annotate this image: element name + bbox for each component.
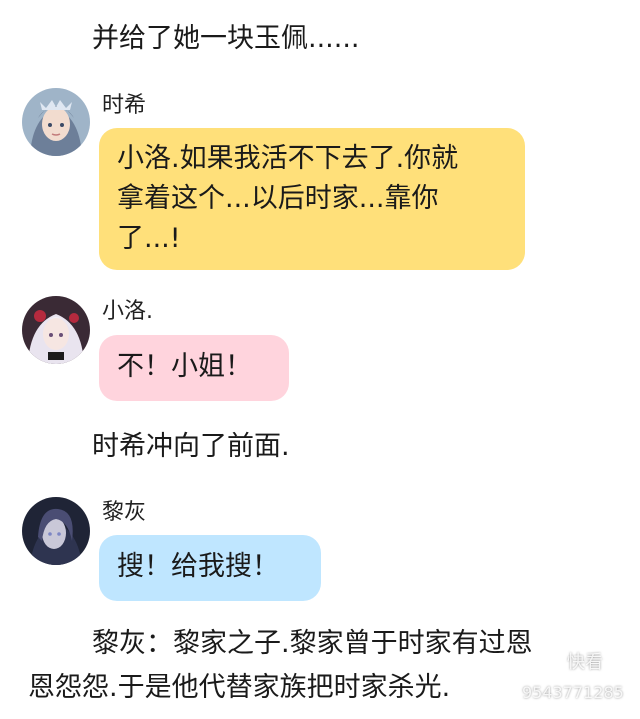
- sender-name: 小洛.: [102, 299, 153, 324]
- narration-text: 时希冲向了前面.: [92, 431, 290, 462]
- sender-name: 黎灰: [102, 500, 147, 525]
- avatar-shixi[interactable]: [22, 88, 90, 156]
- message-line: 搜！给我搜！: [117, 551, 279, 582]
- chat-bubble: 小洛.如果我活不下去了.你就 拿着这个...以后时家...靠你 了...!: [99, 128, 525, 270]
- chat-bubble: 搜！给我搜！: [99, 535, 321, 601]
- chat-bubble: 不！小姐！: [99, 335, 289, 401]
- avatar-lihui[interactable]: [22, 497, 90, 565]
- character-avatar-lihui-icon: [22, 497, 90, 565]
- message-line: 了...!: [117, 223, 181, 254]
- character-avatar-xiaoluo-icon: [22, 296, 90, 364]
- narration-text: 并给了她一块玉佩......: [92, 23, 360, 54]
- sender-name: 时希: [102, 93, 147, 118]
- character-avatar-shixi-icon: [22, 88, 90, 156]
- message-line: 不！小姐！: [117, 351, 252, 382]
- narration-text: 黎灰：黎家之子.黎家曾于时家有过恩: [92, 628, 533, 659]
- watermark-id: 9543771285: [522, 683, 624, 702]
- message-line: 小洛.如果我活不下去了.你就: [117, 143, 459, 174]
- avatar-xiaoluo[interactable]: [22, 296, 90, 364]
- narration-text: 恩怨怨.于是他代替家族把时家杀光.: [28, 672, 451, 703]
- message-line: 拿着这个...以后时家...靠你: [117, 183, 439, 214]
- watermark-logo: 快看: [567, 652, 603, 673]
